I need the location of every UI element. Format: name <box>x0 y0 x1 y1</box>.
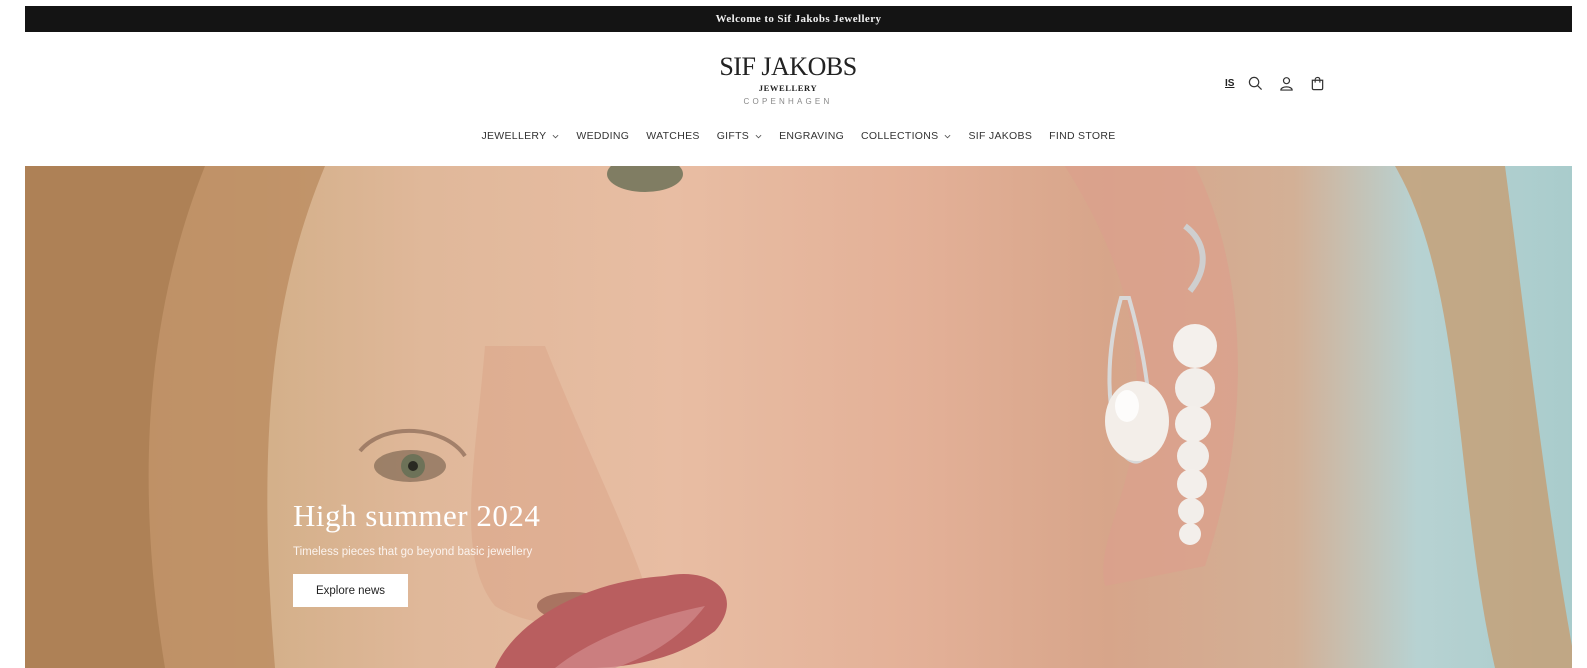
nav-item-label: GIFTS <box>716 130 750 142</box>
logo-sub-text: JEWELLERY <box>758 83 818 93</box>
chevron-down-icon <box>945 134 951 138</box>
nav-item-label: WEDDING <box>576 130 630 142</box>
nav-item-watches[interactable]: WATCHES <box>646 130 699 142</box>
nav-item-collections[interactable]: COLLECTIONS <box>861 130 951 142</box>
hero-image <box>25 166 1572 668</box>
nav-item-engraving[interactable]: ENGRAVING <box>779 130 844 142</box>
announcement-text: Welcome to Sif Jakobs Jewellery <box>715 13 882 25</box>
page: Welcome to Sif Jakobs Jewellery SIF JAKO… <box>25 6 1572 668</box>
language-selector[interactable]: IS <box>1225 78 1234 89</box>
explore-news-button[interactable]: Explore news <box>293 574 408 607</box>
hero-banner: High summer 2024 Timeless pieces that go… <box>25 166 1572 668</box>
nav-item-label: SIF JAKOBS <box>968 130 1033 142</box>
logo-city-text: COPENHAGEN <box>743 97 833 106</box>
hero-title: High summer 2024 <box>293 498 541 533</box>
nav-item-sif-jakobs[interactable]: SIF JAKOBS <box>968 130 1032 142</box>
nav-item-label: FIND STORE <box>1049 130 1116 142</box>
nav-item-wedding[interactable]: WEDDING <box>576 130 629 142</box>
bag-icon[interactable] <box>1308 74 1327 93</box>
nav-item-gifts[interactable]: GIFTS <box>717 130 762 142</box>
header-actions: IS <box>1225 74 1327 93</box>
chevron-down-icon <box>552 134 559 138</box>
main-navigation: JEWELLERY WEDDING WATCHES GIFTS ENGRAVIN… <box>25 130 1572 142</box>
nav-item-find-store[interactable]: FIND STORE <box>1049 130 1115 142</box>
announcement-bar: Welcome to Sif Jakobs Jewellery <box>25 6 1572 32</box>
hero-subtitle: Timeless pieces that go beyond basic jew… <box>293 546 533 558</box>
nav-item-label: COLLECTIONS <box>861 130 939 142</box>
brand-logo[interactable]: SIF JAKOBS JEWELLERY COPENHAGEN <box>713 52 863 107</box>
nav-item-label: WATCHES <box>646 130 700 142</box>
logo-main-text: SIF JAKOBS <box>719 52 857 81</box>
hero-content: High summer 2024 Timeless pieces that go… <box>293 498 540 607</box>
search-icon[interactable] <box>1246 74 1265 93</box>
user-icon[interactable] <box>1277 74 1296 93</box>
nav-item-label: ENGRAVING <box>779 130 845 142</box>
site-header: SIF JAKOBS JEWELLERY COPENHAGEN IS JEWEL… <box>25 32 1572 166</box>
chevron-down-icon <box>755 134 762 138</box>
nav-item-jewellery[interactable]: JEWELLERY <box>481 130 559 142</box>
nav-item-label: JEWELLERY <box>481 130 547 142</box>
